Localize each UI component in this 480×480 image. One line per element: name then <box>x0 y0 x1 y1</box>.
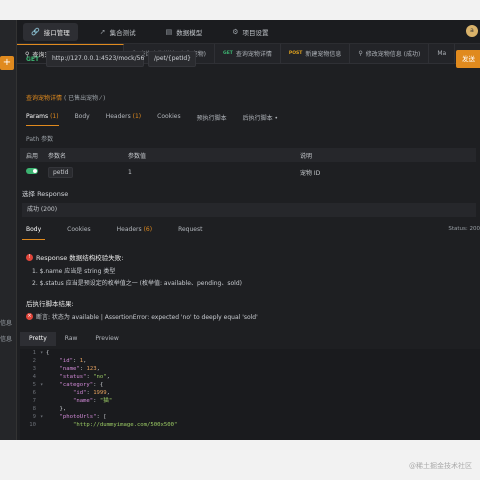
tab-pre-script[interactable]: 预执行脚本 <box>197 113 227 126</box>
validation-error-title: ! Response 数据结构校验失败: <box>26 252 123 262</box>
error-title-text: Response 数据结构校验失败: <box>36 254 124 262</box>
nav-item-collection[interactable]: ➚ 集合测试 <box>92 23 144 41</box>
error-icon: ! <box>26 253 33 261</box>
param-name-field[interactable]: petId <box>48 166 74 178</box>
tab-resp-request[interactable]: Request <box>174 226 206 240</box>
tab-preview[interactable]: Preview <box>86 332 127 346</box>
param-desc: 宠物 ID <box>300 169 321 177</box>
tab-resp-body[interactable]: Body <box>22 226 46 240</box>
error-line: 2. $.status 应当是预设定的枚举值之一 (枚举值: available… <box>32 280 242 287</box>
database-icon: ▤ <box>165 27 173 36</box>
error-icon: × <box>26 313 33 320</box>
rocket-icon: ➚ <box>99 27 106 36</box>
tab-label: 预执行脚本 <box>196 115 227 122</box>
tab-count: (1) <box>132 113 142 120</box>
tab-headers[interactable]: Headers (1) <box>106 113 141 126</box>
tab-label: Headers <box>105 113 131 120</box>
response-tabs: Body Cookies Headers (6) Request <box>22 226 480 240</box>
tab-count: (1) <box>50 113 59 120</box>
table-row: petId 1 宠物 ID <box>20 164 476 180</box>
error-line: 1. $.name 应当是 string 类型 <box>32 268 116 275</box>
tab-label: Cookies <box>67 226 91 233</box>
watermark: @稀土掘金技术社区 <box>409 462 472 470</box>
nav-label: 集合测试 <box>109 28 136 37</box>
tab-count: (6) <box>143 226 153 233</box>
response-body-code: 1 ▾{ 2 "id": 1, 3 "name": 123, 4 "status"… <box>20 349 480 440</box>
params-table-header: 启用 参数名 参数值 说明 <box>20 148 476 162</box>
api-doc-title: 查询宠物详情 ( 已售出宠物 ⁄ ) <box>26 93 105 102</box>
tab-pretty[interactable]: Pretty <box>20 332 56 346</box>
path-params-label: Path 参数 <box>26 136 54 143</box>
tab-cookies[interactable]: Cookies <box>157 113 181 126</box>
api-name: 查询宠物详情 <box>26 95 63 102</box>
nav-item-interface[interactable]: 🔗 接口管理 <box>23 22 78 41</box>
app-window: 🔗 接口管理 ➚ 集合测试 ▤ 数据模型 ⚙ 项目设置 a ⚲ 查询宠物详情 (… <box>0 20 480 440</box>
request-subtabs: Params (1) Body Headers (1) Cookies 预执行脚… <box>26 113 278 126</box>
gear-icon: ⚙ <box>232 27 239 36</box>
assertion-text: 断言: 状态为 available | AssertionError: expe… <box>36 314 258 321</box>
tab-raw[interactable]: Raw <box>56 332 87 346</box>
tab-label: Body <box>74 113 90 120</box>
enable-toggle[interactable] <box>26 168 38 174</box>
col-enable: 启用 <box>26 152 39 160</box>
add-icon[interactable]: + <box>0 56 14 70</box>
tab-post-script[interactable]: 后执行脚本 • <box>243 113 278 126</box>
tab-label: Headers <box>116 226 142 233</box>
response-select-label: 选择 Response <box>22 190 69 198</box>
sidebar-item-label[interactable]: 信息 <box>0 318 12 327</box>
param-value-field[interactable]: 1 <box>128 169 300 176</box>
nav-label: 数据模型 <box>176 28 203 37</box>
tab-resp-cookies[interactable]: Cookies <box>63 226 95 240</box>
base-url-field[interactable]: http://127.0.0.1:4523/mock/56 <box>46 51 144 67</box>
sidebar-item-label[interactable]: 信息 <box>0 334 12 343</box>
nav-item-models[interactable]: ▤ 数据模型 <box>158 23 211 41</box>
api-suffix: ( 已售出宠物 ⁄ ) <box>63 95 106 102</box>
nav-label: 接口管理 <box>43 28 70 37</box>
avatar[interactable]: a <box>466 25 478 37</box>
post-script-title: 后执行脚本结果: <box>26 300 74 308</box>
url-bar: GET http://127.0.0.1:4523/mock/56 /pet/{… <box>20 50 480 68</box>
col-value: 参数值 <box>128 152 147 160</box>
tab-label: Cookies <box>157 113 181 120</box>
nav-item-settings[interactable]: ⚙ 项目设置 <box>224 23 276 41</box>
tab-label: Body <box>26 226 42 233</box>
tab-params[interactable]: Params (1) <box>26 113 59 126</box>
assertion-result: × 断言: 状态为 available | AssertionError: ex… <box>26 312 258 321</box>
tab-label: Params <box>26 113 49 120</box>
tab-body[interactable]: Body <box>75 113 90 126</box>
nav-label: 项目设置 <box>242 28 269 37</box>
left-sidebar-edge: + 信息 信息 <box>0 20 17 440</box>
tab-label: Request <box>178 226 203 233</box>
col-name: 参数名 <box>48 152 67 160</box>
method-select[interactable]: GET <box>20 56 42 63</box>
link-icon: 🔗 <box>31 27 40 36</box>
response-select[interactable]: 成功 (200) <box>22 203 476 217</box>
send-button[interactable]: 发送 <box>456 50 480 68</box>
path-field[interactable]: /pet/{petId} <box>148 51 196 67</box>
top-nav: 🔗 接口管理 ➚ 集合测试 ▤ 数据模型 ⚙ 项目设置 a <box>17 20 480 44</box>
col-desc: 说明 <box>300 152 313 160</box>
format-tabs: Pretty Raw Preview <box>20 332 128 346</box>
status-code: Status: 200 <box>448 226 480 232</box>
tab-label: 后执行脚本 • <box>242 115 279 122</box>
tab-resp-headers[interactable]: Headers (6) <box>113 226 156 240</box>
